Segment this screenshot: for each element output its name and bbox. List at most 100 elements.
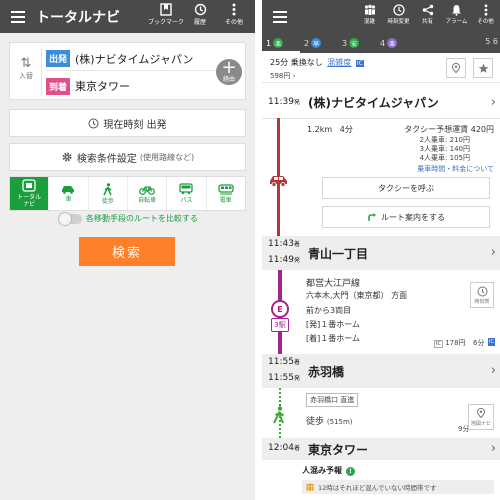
route-guide-label: ルート案内をする bbox=[381, 212, 445, 222]
chevron-right-icon: › bbox=[490, 441, 496, 456]
map-navi-button[interactable]: 地図ナビ bbox=[468, 404, 494, 430]
ic-card-icon: IC bbox=[355, 60, 364, 67]
bus-icon bbox=[179, 183, 194, 195]
search-button[interactable]: 検索 bbox=[79, 237, 175, 266]
more-vert-icon bbox=[484, 4, 487, 16]
conditions-label: 検索条件設定 bbox=[76, 153, 137, 165]
more-label: その他 bbox=[224, 19, 243, 26]
departure-field[interactable]: 出発 (株)ナビタイムジャパン bbox=[46, 47, 216, 71]
tab-number: 4 bbox=[380, 38, 386, 48]
info-icon: ! bbox=[346, 467, 355, 476]
stop-name: (株)ナビタイムジャパン bbox=[308, 96, 439, 110]
tab-number: 3 bbox=[342, 38, 348, 48]
timetable-button[interactable]: 時刻表 bbox=[470, 282, 494, 308]
share-label: 共有 bbox=[421, 19, 433, 25]
total-navi-icon bbox=[22, 179, 36, 192]
arrival-time: 11:43 bbox=[268, 239, 294, 249]
mode-label: トータル ナビ bbox=[17, 194, 42, 208]
compare-toggle[interactable] bbox=[58, 211, 82, 226]
bookmark-label: ブックマーク bbox=[148, 19, 185, 26]
more-button[interactable]: その他 bbox=[217, 3, 251, 26]
via-label: 経由 bbox=[222, 76, 235, 83]
menu-icon[interactable] bbox=[0, 0, 36, 33]
tab-number: 1 bbox=[266, 38, 272, 48]
tab-route-4[interactable]: 4楽 bbox=[376, 38, 414, 48]
mode-bicycle[interactable]: 自転車 bbox=[128, 177, 168, 210]
swap-icon: ⇅ bbox=[20, 56, 32, 71]
change-time-label: 時刻変更 bbox=[387, 19, 410, 25]
map-pin-button[interactable] bbox=[446, 58, 466, 78]
mode-label: 車 bbox=[65, 196, 72, 203]
swap-button[interactable]: ⇅ 入替 bbox=[12, 57, 40, 81]
menu-icon[interactable] bbox=[262, 0, 298, 33]
ride-time: 6分 bbox=[473, 339, 485, 347]
line-badge: E bbox=[277, 304, 283, 314]
departure-tag: 出発 bbox=[46, 50, 71, 67]
arrival-tag: 到着 bbox=[46, 77, 71, 95]
stop-row-arrival-station[interactable]: 11:55着 11:55発 赤羽橋 › bbox=[262, 354, 500, 388]
mode-total-navi[interactable]: トータル ナビ bbox=[10, 177, 50, 210]
route-guide-button[interactable]: ルート案内をする bbox=[322, 206, 490, 228]
chevron-right-icon: › bbox=[292, 72, 296, 80]
crowd-icon bbox=[306, 483, 314, 491]
bookmark-icon bbox=[160, 3, 172, 16]
route-tabs: 1楽 2早 3安 4楽 5 6 bbox=[262, 33, 500, 53]
chevron-right-icon: › bbox=[490, 245, 496, 260]
mode-car[interactable]: 車 bbox=[49, 177, 89, 210]
compare-label: 各移動手段のルートを比較する bbox=[86, 214, 198, 223]
favorite-button[interactable] bbox=[473, 58, 493, 78]
taxi-fare-estimate: タクシー予想運賃 420円 bbox=[404, 125, 494, 134]
more-button[interactable]: その他 bbox=[471, 4, 500, 25]
arrival-name: 東京タワー bbox=[75, 80, 131, 93]
arrival-field[interactable]: 到着 東京タワー bbox=[46, 74, 216, 98]
change-time-button[interactable]: 時刻変更 bbox=[384, 4, 413, 25]
walk-distance: (515m) bbox=[326, 418, 353, 426]
timetable-label: 時刻表 bbox=[474, 298, 490, 305]
more-tabs[interactable]: 5 6 bbox=[485, 37, 498, 46]
crowd-forecast-title-row: 人混み予報! bbox=[302, 465, 355, 476]
mode-bus[interactable]: バス bbox=[167, 177, 207, 210]
add-via-button[interactable]: + 経由 bbox=[216, 59, 242, 85]
stop-row-destination[interactable]: 12:04着 東京タワー › bbox=[262, 438, 500, 460]
history-button[interactable]: 履歴 bbox=[183, 3, 217, 26]
train-direction: 六本木,大門（東京都） 方面 bbox=[306, 291, 408, 300]
tab-route-3[interactable]: 3安 bbox=[338, 38, 376, 48]
stop-row-departure[interactable]: 11:39発 (株)ナビタイムジャパン › bbox=[262, 92, 500, 114]
route-arrow-icon bbox=[368, 213, 376, 221]
train-icon bbox=[218, 184, 234, 195]
history-icon bbox=[194, 3, 206, 16]
ic-card-icon: IC bbox=[434, 340, 443, 348]
compare-toggle-row[interactable]: 各移動手段のルートを比較する bbox=[58, 211, 198, 226]
more-label: その他 bbox=[477, 19, 494, 25]
tab-route-2[interactable]: 2早 bbox=[300, 38, 338, 48]
stop-name: 東京タワー bbox=[308, 443, 369, 457]
mode-walk[interactable]: 徒歩 bbox=[89, 177, 128, 210]
departure-time: 11:55 bbox=[268, 373, 294, 383]
station-count-badge: 3駅 bbox=[271, 318, 289, 332]
crowd-label: 混雑 bbox=[363, 19, 375, 25]
walk-icon bbox=[272, 406, 286, 428]
search-conditions-button[interactable]: 検索条件設定 (使用路線など) bbox=[9, 143, 246, 171]
call-taxi-button[interactable]: タクシーを呼ぶ bbox=[322, 177, 490, 199]
left-app-bar: トータルナビ ブックマーク 履歴 その他 bbox=[0, 0, 255, 33]
alarm-button[interactable]: アラーム bbox=[442, 4, 471, 25]
tab-route-1[interactable]: 1楽 bbox=[262, 38, 300, 48]
divider bbox=[262, 118, 500, 119]
taxi-fare-info-link[interactable]: 乗車時間・料金について bbox=[417, 164, 494, 174]
alarm-label: アラーム bbox=[445, 19, 468, 25]
bookmark-button[interactable]: ブックマーク bbox=[148, 3, 185, 26]
current-time-departure-button[interactable]: 現在時刻 出発 bbox=[9, 109, 246, 137]
stop-row-transfer[interactable]: 11:43着 11:49発 青山一丁目 › bbox=[262, 236, 500, 270]
taxi-duration: 4分 bbox=[339, 125, 353, 134]
right-app-bar: 混雑 時刻変更 共有 アラーム その他 bbox=[262, 0, 500, 33]
gear-icon bbox=[62, 152, 72, 162]
page-title: トータルナビ bbox=[36, 9, 120, 26]
tab-number: 2 bbox=[304, 38, 310, 48]
share-button[interactable]: 共有 bbox=[413, 4, 442, 25]
crowd-link[interactable]: 混雑度 bbox=[327, 58, 351, 67]
map-pin-icon bbox=[451, 62, 461, 73]
mode-train[interactable]: 電車 bbox=[207, 177, 245, 210]
arrival-platform: [着]１番ホーム bbox=[306, 334, 361, 343]
crowd-button[interactable]: 混雑 bbox=[355, 4, 384, 25]
call-taxi-label: タクシーを呼ぶ bbox=[378, 183, 434, 193]
